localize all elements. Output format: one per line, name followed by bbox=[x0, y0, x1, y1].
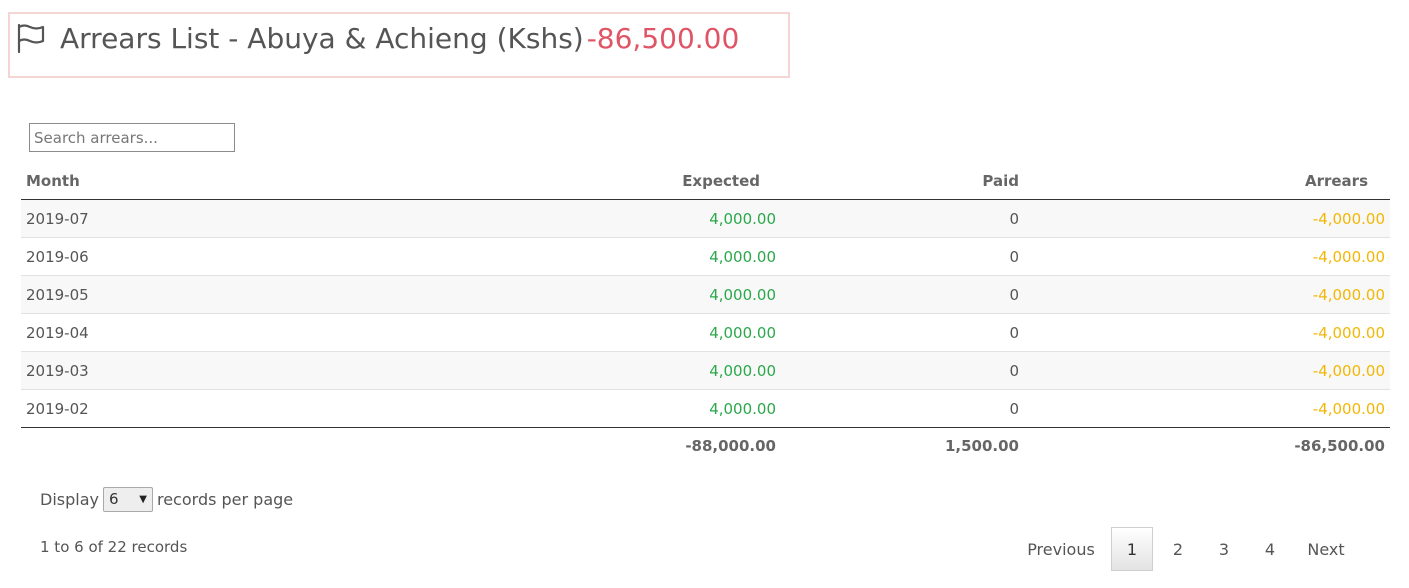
cell-expected: 4,000.00 bbox=[471, 275, 781, 314]
cell-arrears: -4,000.00 bbox=[1024, 389, 1390, 428]
page-button-4[interactable]: 4 bbox=[1247, 527, 1293, 571]
records-info: 1 to 6 of 22 records bbox=[40, 538, 188, 556]
cell-paid: 0 bbox=[781, 313, 1024, 352]
page-size-select[interactable]: 6 ▼ bbox=[102, 486, 153, 512]
cell-month: 2019-02 bbox=[21, 389, 471, 428]
page-button-3[interactable]: 3 bbox=[1201, 527, 1247, 571]
page-title-label: Arrears List - Abuya & Achieng (Kshs) bbox=[60, 22, 584, 55]
cell-arrears: -4,000.00 bbox=[1024, 237, 1390, 276]
cell-expected: 4,000.00 bbox=[471, 199, 781, 238]
cell-arrears: -4,000.00 bbox=[1024, 313, 1390, 352]
cell-expected: 4,000.00 bbox=[471, 313, 781, 352]
display-label: Display bbox=[40, 489, 99, 509]
cell-paid: 0 bbox=[781, 275, 1024, 314]
column-header-arrears[interactable]: Arrears bbox=[1024, 162, 1390, 200]
arrears-table: Month Expected Paid Arrears 2019-07 4,00… bbox=[21, 162, 1390, 464]
cell-month: 2019-04 bbox=[21, 313, 471, 352]
column-header-paid[interactable]: Paid bbox=[781, 162, 1024, 200]
cell-paid: 0 bbox=[781, 389, 1024, 428]
cell-expected: 4,000.00 bbox=[471, 237, 781, 276]
caret-down-icon: ▼ bbox=[139, 493, 147, 505]
cell-expected: 4,000.00 bbox=[471, 389, 781, 428]
table-row: 2019-04 4,000.00 0 -4,000.00 bbox=[21, 313, 1390, 352]
pagination: Previous 1 2 3 4 Next bbox=[1013, 527, 1359, 571]
next-page-button[interactable]: Next bbox=[1293, 527, 1359, 571]
records-per-page: Display 6 ▼ records per page bbox=[40, 486, 293, 512]
cell-month: 2019-03 bbox=[21, 351, 471, 390]
total-paid: 1,500.00 bbox=[944, 437, 1019, 455]
totals-row: -88,000.00 1,500.00 -86,500.00 bbox=[21, 428, 1390, 465]
table-row: 2019-02 4,000.00 0 -4,000.00 bbox=[21, 389, 1390, 428]
page-button-2[interactable]: 2 bbox=[1155, 527, 1201, 571]
cell-arrears: -4,000.00 bbox=[1024, 199, 1390, 238]
search-input[interactable] bbox=[29, 123, 235, 152]
table-header-row: Month Expected Paid Arrears bbox=[21, 162, 1390, 200]
column-header-month[interactable]: Month bbox=[21, 162, 471, 200]
cell-expected: 4,000.00 bbox=[471, 351, 781, 390]
page-button-1[interactable]: 1 bbox=[1111, 527, 1153, 571]
total-expected: -88,000.00 bbox=[685, 437, 776, 455]
cell-arrears: -4,000.00 bbox=[1024, 275, 1390, 314]
cell-month: 2019-05 bbox=[21, 275, 471, 314]
page-size-value: 6 bbox=[108, 490, 119, 508]
cell-paid: 0 bbox=[781, 199, 1024, 238]
page-title-total: -86,500.00 bbox=[586, 22, 740, 55]
table-row: 2019-06 4,000.00 0 -4,000.00 bbox=[21, 237, 1390, 276]
totals-month-cell bbox=[21, 428, 471, 465]
cell-paid: 0 bbox=[781, 237, 1024, 276]
flag-icon bbox=[17, 23, 45, 54]
total-arrears: -86,500.00 bbox=[1294, 437, 1385, 455]
table-row: 2019-07 4,000.00 0 -4,000.00 bbox=[21, 199, 1390, 238]
table-row: 2019-03 4,000.00 0 -4,000.00 bbox=[21, 351, 1390, 390]
cell-month: 2019-07 bbox=[21, 199, 471, 238]
page-title: Arrears List - Abuya & Achieng (Kshs) -86… bbox=[60, 22, 739, 56]
page-header: Arrears List - Abuya & Achieng (Kshs) -86… bbox=[8, 12, 790, 78]
cell-month: 2019-06 bbox=[21, 237, 471, 276]
cell-arrears: -4,000.00 bbox=[1024, 351, 1390, 390]
column-header-expected[interactable]: Expected bbox=[471, 162, 781, 200]
previous-page-button[interactable]: Previous bbox=[1013, 527, 1109, 571]
records-per-page-label: records per page bbox=[156, 489, 294, 509]
cell-paid: 0 bbox=[781, 351, 1024, 390]
table-row: 2019-05 4,000.00 0 -4,000.00 bbox=[21, 275, 1390, 314]
